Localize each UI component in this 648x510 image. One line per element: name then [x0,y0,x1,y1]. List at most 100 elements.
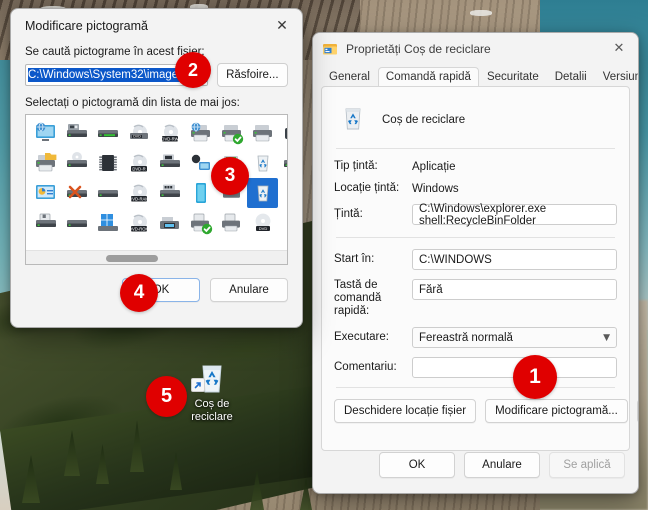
icon-cell-printer-folder-icon[interactable] [30,148,61,178]
icon-cell-printer-icon[interactable] [247,118,278,148]
shortcut-properties-icon [322,41,338,57]
properties-window-title: Proprietăți Coș de reciclare [346,41,491,56]
svg-text:DVD-RAM: DVD-RAM [129,196,149,201]
icon-cell-drive-plain-icon[interactable] [92,178,123,208]
field-start-in: Start în: C:\WINDOWS [334,249,617,270]
field-run: Executare: Fereastră normală ▼ [334,327,617,348]
properties-tabstrip[interactable]: General Comandă rapidă Securitate Detali… [313,64,638,87]
field-label: Locație țintă: [334,182,400,194]
tab-versiuni-anterioare[interactable]: Versiuni anterioare [595,67,638,87]
browse-button[interactable]: Răsfoire... [216,63,288,87]
cancel-button[interactable]: Anulare [464,452,540,478]
desktop-icon-label-line2: reciclare [191,411,233,423]
icon-cell-network-monitor-icon[interactable] [30,118,61,148]
icon-cell-recycle-bin-full-icon[interactable] [247,148,278,178]
field-label: Tip țintă: [334,160,378,172]
start-in-input[interactable]: C:\WINDOWS [412,249,617,270]
tab-securitate[interactable]: Securitate [479,67,547,87]
divider [336,148,615,149]
properties-footer: OK Anulare Se aplică [313,437,638,493]
properties-window[interactable]: Proprietăți Coș de reciclare ✕ General C… [312,32,639,494]
run-mode-value: Fereastră normală [419,331,513,344]
properties-tab-panel: Coș de reciclare Tip țintă: Aplicație Lo… [321,86,638,451]
change-icon-titlebar[interactable]: Modificare pictogramă ✕ [11,9,302,42]
desktop-icon-label: Coș de reciclare [191,398,233,424]
icon-cell-scanner-drive-icon[interactable] [154,148,185,178]
icon-cell-floppy-save-icon[interactable] [30,208,61,238]
step-badge-3: 3 [211,157,249,195]
icon-cell-windows-logo-icon[interactable] [92,208,123,238]
icon-cell-dvd-ram-disc-icon[interactable]: DVD-RAM [123,178,154,208]
field-shortcut-key: Tastă de comandă rapidă: Fără [334,279,617,318]
icon-cell-dvd-rom-disc-icon[interactable]: DVD-ROM [123,208,154,238]
svg-text:DVD-ROM: DVD-ROM [128,226,149,231]
icon-list-label: Selectați o pictogramă din lista de mai … [25,97,240,109]
svg-text:DVD-R: DVD-R [132,166,145,171]
icon-cell-drive-error-icon[interactable] [61,178,92,208]
ok-button[interactable]: OK [379,452,455,478]
tab-comanda-rapida[interactable]: Comandă rapidă [377,67,479,87]
change-icon-dialog[interactable]: Modificare pictogramă ✕ Se caută pictogr… [10,8,303,328]
icon-cell-recycle-bin-empty-icon[interactable] [247,178,278,208]
icon-cell-printer-ok2-icon[interactable] [185,208,216,238]
step-badge-1: 1 [513,355,557,399]
close-icon[interactable]: ✕ [262,9,302,42]
field-label: Start în: [334,253,375,265]
run-mode-select[interactable]: Fereastră normală ▼ [412,327,617,348]
properties-titlebar[interactable]: Proprietăți Coș de reciclare ✕ [313,33,638,64]
change-icon-button[interactable]: Modificare pictogramă... [485,399,628,423]
shortcut-key-input[interactable]: Fără [412,279,617,300]
divider [336,237,615,238]
icon-cell-dvd-rw-disc-icon[interactable]: DVD-RW [154,118,185,148]
field-comment: Comentariu: [334,357,617,378]
icon-cell-memory-chip-icon[interactable] [92,148,123,178]
field-value: Aplicație [412,160,456,173]
icon-cell-disk-disc-icon[interactable] [61,148,92,178]
field-label: Tastă de comandă rapidă: [334,279,382,317]
icon-cell-network-printer-icon[interactable] [185,118,216,148]
tab-general[interactable]: General [321,67,378,87]
icon-cell-dvd-drive-icon[interactable]: DVD [123,118,154,148]
target-input[interactable]: C:\Windows\explorer.exe shell:RecycleBin… [412,203,617,227]
advanced-button[interactable]: Complex... [636,399,638,423]
icon-cell-printer-ok-icon[interactable] [216,118,247,148]
svg-text:DVD: DVD [258,226,267,231]
icon-cell-dvd-r-disc-icon[interactable]: DVD-R [123,148,154,178]
cancel-button[interactable]: Anulare [210,278,288,302]
field-target-location: Locație țintă: Windows [334,182,617,195]
icon-cell-drive-icon[interactable] [278,148,287,178]
chevron-down-icon: ▼ [603,332,610,343]
close-icon[interactable]: ✕ [600,33,638,64]
icon-cell-cardreader-icon[interactable] [278,208,287,238]
horizontal-scrollbar[interactable] [26,250,287,264]
icon-cell-server-disk-icon[interactable] [61,118,92,148]
field-target-type: Tip țintă: Aplicație [334,160,617,173]
icon-list-box[interactable]: DVD DVD-RW DVD-R DVD-RAM DVD-ROM DVD [25,114,288,265]
icon-cell-disk-drive-green-icon[interactable] [92,118,123,148]
shortcut-app-header: Coș de reciclare [338,103,617,136]
field-label: Comentariu: [334,361,397,373]
icon-cell-printer-network-icon[interactable] [216,208,247,238]
recycle-bin-icon [338,103,368,136]
icon-cell-padlock-icon[interactable] [278,178,287,208]
icon-cell-camera-icon[interactable] [278,118,287,148]
step-badge-2: 2 [175,52,211,88]
field-label: Țintă: [334,208,363,220]
step-badge-5: 5 [146,376,187,417]
wallpaper-snow-patch [470,10,492,16]
open-file-location-button[interactable]: Deschidere locație fișier [334,399,477,423]
recycle-bin-icon [191,358,231,396]
scrollbar-thumb[interactable] [106,255,158,262]
svg-text:DVD-RW: DVD-RW [161,136,178,141]
field-label: Executare: [334,331,389,343]
file-path-label: Se caută pictograme în acest fișier: [25,46,205,58]
divider [336,387,615,388]
icon-cell-rack-server-icon[interactable] [154,178,185,208]
desktop-icon-label-line1: Coș de [194,398,230,410]
tab-detalii[interactable]: Detalii [547,67,595,87]
icon-cell-drive-green-icon[interactable] [61,208,92,238]
icon-cell-fax-machine-icon[interactable] [154,208,185,238]
icon-cell-chart-monitor-icon[interactable] [30,178,61,208]
shortcut-arrow-overlay-icon [191,378,205,392]
icon-cell-dvd-disc-icon[interactable]: DVD [247,208,278,238]
